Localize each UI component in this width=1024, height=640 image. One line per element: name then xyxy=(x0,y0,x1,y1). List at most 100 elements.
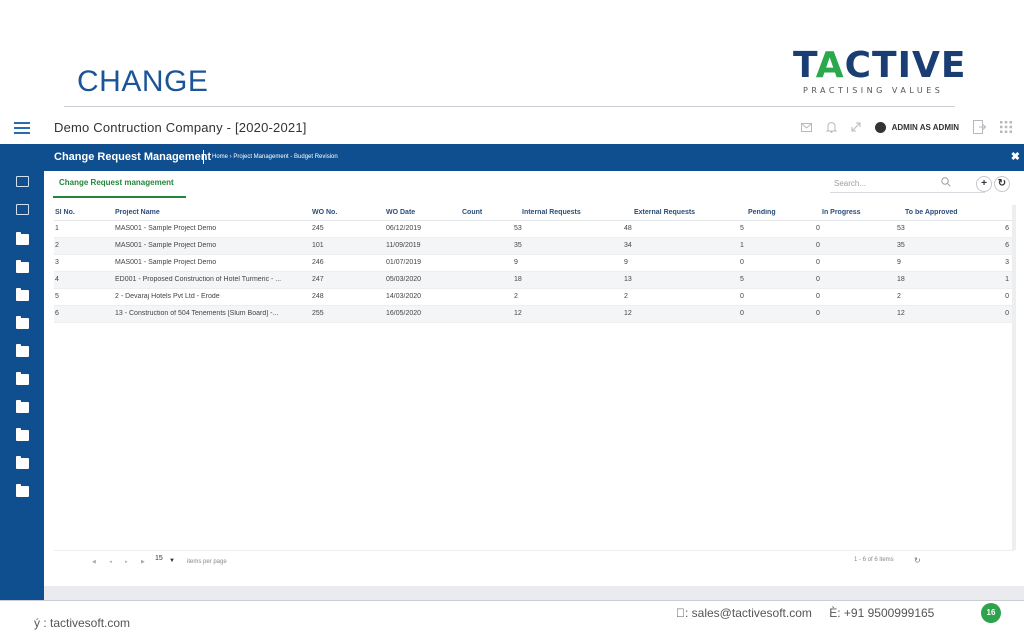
tab-change-request-management[interactable]: Change Request management xyxy=(53,178,186,198)
column-header[interactable]: To be Approved xyxy=(905,209,985,216)
page-number-badge: 16 xyxy=(981,603,1001,623)
sidebar-folder-icon[interactable] xyxy=(16,260,29,273)
table-cell: 1 xyxy=(740,242,744,249)
sidebar-folder-icon[interactable] xyxy=(16,400,29,413)
column-header[interactable]: External Requests xyxy=(634,209,744,216)
pager-refresh-icon[interactable]: ↻ xyxy=(914,556,921,565)
column-header[interactable]: In Progress xyxy=(822,209,882,216)
table-cell: 248 xyxy=(312,293,324,300)
table-cell: 2 xyxy=(624,293,628,300)
company-name: Demo Contruction Company - [2020-2021] xyxy=(54,120,307,135)
table-cell: 2 xyxy=(897,293,901,300)
table-cell: 18 xyxy=(514,276,522,283)
table-cell: 0 xyxy=(816,276,820,283)
expand-icon[interactable] xyxy=(851,122,861,132)
table-row[interactable]: 4 ED001 - Proposed Construction of Hotel … xyxy=(54,272,1014,289)
active-tab-indicator xyxy=(53,196,186,198)
sidebar-folder-icon[interactable] xyxy=(16,372,29,385)
table-cell: 6 xyxy=(1005,225,1009,232)
table-cell: 3 xyxy=(55,259,59,266)
table-cell: 101 xyxy=(312,242,324,249)
close-icon[interactable]: ✖ xyxy=(1011,150,1020,163)
app-window: Demo Contruction Company - [2020-2021] A… xyxy=(0,114,1024,600)
sidebar-folder-icon[interactable] xyxy=(16,484,29,497)
top-icons: ADMIN AS ADMIN xyxy=(800,120,1012,134)
footer-website: ý : tactivesoft.com xyxy=(34,616,131,630)
logout-icon[interactable] xyxy=(973,120,986,134)
add-button[interactable]: + xyxy=(976,176,992,192)
bell-icon[interactable] xyxy=(825,121,837,133)
mail-icon[interactable] xyxy=(800,122,812,132)
change-request-grid: Sl No. Project Name WO No. WO Date Count… xyxy=(54,205,1014,323)
logo-text-a: T xyxy=(793,45,816,86)
table-cell: ED001 - Proposed Construction of Hotel T… xyxy=(115,276,282,283)
table-row[interactable]: 2 MAS001 - Sample Project Demo 101 11/09/20… xyxy=(54,238,1014,255)
table-row[interactable]: 1 MAS001 - Sample Project Demo 245 06/12/20… xyxy=(54,221,1014,238)
item-count: 1 - 6 of 6 items xyxy=(854,557,894,563)
table-row[interactable]: 6 13 - Construction of 504 Tenements [Slu… xyxy=(54,306,1014,323)
sidebar-folder-icon[interactable] xyxy=(16,344,29,357)
search-icon[interactable] xyxy=(941,177,951,187)
top-bar: Demo Contruction Company - [2020-2021] A… xyxy=(0,114,1024,144)
table-cell: 12 xyxy=(897,310,905,317)
sidebar-folder-icon[interactable] xyxy=(16,428,29,441)
column-header[interactable]: Count xyxy=(462,209,507,216)
table-cell: 0 xyxy=(740,310,744,317)
sidebar-folder-icon[interactable] xyxy=(16,456,29,469)
sidebar-folder-icon[interactable] xyxy=(16,232,29,245)
pager-nav-buttons[interactable]: ◀ ◂ ▸ ▶ xyxy=(92,559,151,565)
module-title: Change Request Management xyxy=(54,151,212,163)
sidebar-folder-icon[interactable] xyxy=(16,288,29,301)
sidebar xyxy=(0,144,44,600)
grid-scrollbar[interactable] xyxy=(1012,205,1016,550)
logo-text-b: CTIVE xyxy=(844,45,967,86)
tab-row: Change Request management Search... + ↻ xyxy=(44,171,1024,201)
user-name: ADMIN AS ADMIN xyxy=(891,122,959,132)
column-header[interactable]: Internal Requests xyxy=(522,209,622,216)
table-cell: 2 xyxy=(514,293,518,300)
search-input[interactable]: Search... xyxy=(830,175,985,193)
table-cell: 2 - Devaraj Hotels Pvt Ltd - Erode xyxy=(115,293,220,300)
table-row[interactable]: 3 MAS001 - Sample Project Demo 246 01/07/20… xyxy=(54,255,1014,272)
refresh-button[interactable]: ↻ xyxy=(994,176,1010,192)
table-cell: 1 xyxy=(55,225,59,232)
table-cell: 9 xyxy=(624,259,628,266)
apps-grid-icon[interactable] xyxy=(1000,121,1012,133)
table-cell: 245 xyxy=(312,225,324,232)
table-cell: 13 - Construction of 504 Tenements [Slum… xyxy=(115,310,279,317)
column-header[interactable]: Pending xyxy=(748,209,808,216)
column-header[interactable]: Project Name xyxy=(115,209,309,216)
footer-contact:  : sales@tactivesoft.com È: +91 95009991… xyxy=(676,606,948,620)
table-cell: 0 xyxy=(1005,293,1009,300)
table-cell: 5 xyxy=(55,293,59,300)
table-cell: 12 xyxy=(624,310,632,317)
user-menu[interactable]: ADMIN AS ADMIN xyxy=(874,121,959,133)
logo-tagline: PRACTISING VALUES xyxy=(803,86,944,95)
table-cell: 3 xyxy=(1005,259,1009,266)
table-row[interactable]: 5 2 - Devaraj Hotels Pvt Ltd - Erode 248 14… xyxy=(54,289,1014,306)
table-cell: 9 xyxy=(897,259,901,266)
slide: CHANGE REQUEST TACTIVE PRACTISING VALUES… xyxy=(0,0,1024,640)
pager: ◀ ◂ ▸ ▶ 15 ▼ items per page 1 - 6 of 6 i… xyxy=(54,550,1014,572)
table-cell: 14/03/2020 xyxy=(386,293,422,300)
chevron-down-icon[interactable]: ▼ xyxy=(169,558,175,564)
table-cell: 11/09/2019 xyxy=(386,242,421,249)
column-header[interactable]: WO Date xyxy=(386,209,456,216)
column-header[interactable]: Sl No. xyxy=(55,209,110,216)
page-size-select[interactable]: 15 xyxy=(155,555,163,562)
table-cell: 05/03/2020 xyxy=(386,276,422,283)
app-footer-bar xyxy=(44,586,1024,600)
tactive-logo: TACTIVE PRACTISING VALUES xyxy=(793,45,965,98)
table-cell: 6 xyxy=(55,310,59,317)
sidebar-chart-icon[interactable] xyxy=(16,204,29,215)
table-cell: 48 xyxy=(624,225,632,232)
column-header[interactable]: WO No. xyxy=(312,209,372,216)
breadcrumb[interactable]: Home › Project Management - Budget Revis… xyxy=(212,154,338,160)
table-cell: 12 xyxy=(514,310,522,317)
table-cell: 1 xyxy=(1005,276,1009,283)
hamburger-menu-icon[interactable] xyxy=(14,122,30,134)
sidebar-chart-icon[interactable] xyxy=(16,176,29,187)
table-cell: 0 xyxy=(816,293,820,300)
table-cell: 0 xyxy=(816,259,820,266)
sidebar-folder-icon[interactable] xyxy=(16,316,29,329)
